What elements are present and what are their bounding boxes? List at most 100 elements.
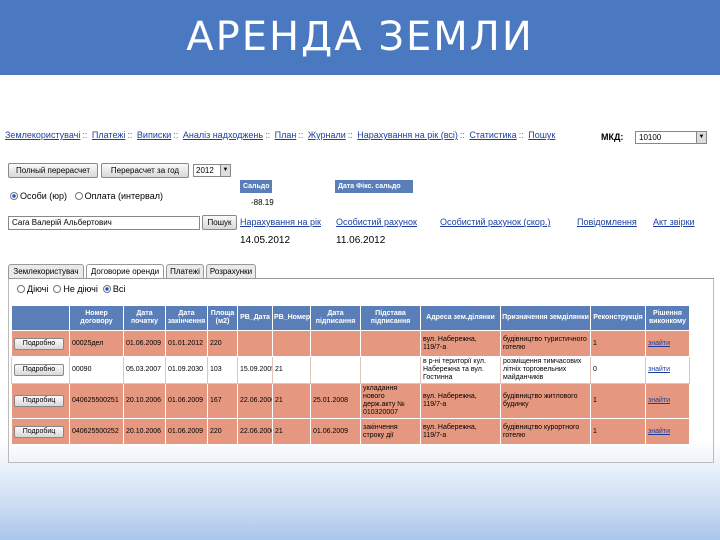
contracts-table: Номер договору Дата початку Дата закінче… [11,305,690,445]
link-personal-account-short[interactable]: Особистий рахунок (скор.) [440,217,550,227]
col-header: Дата початку [123,305,166,331]
nav-sep: :: [459,130,465,140]
nav-search[interactable]: Пошук [528,130,555,140]
find-link[interactable]: знайти [648,366,670,373]
cell-start: 05.03.2007 [123,356,166,384]
cell-sign-date: 25.01.2008 [310,383,361,419]
col-header: Дата підписання [310,305,361,331]
mkd-select[interactable]: 10100 ▼ [635,131,707,144]
nav-plan[interactable]: План [275,130,297,140]
filter-inactive-radio[interactable] [53,285,62,293]
chevron-down-icon: ▼ [220,165,230,176]
find-link[interactable]: знайти [648,428,670,435]
cell-rv-date: 22.06.2006 [237,418,273,445]
app-screenshot: Землекористувачі:: Платежі:: Виписки:: А… [5,130,717,475]
nav-sep: :: [347,130,353,140]
nav-statistics[interactable]: Статистика [469,130,516,140]
cell-recon: 1 [590,383,646,419]
nav-extracts[interactable]: Виписки [137,130,171,140]
cell-purpose: будівництво житлового будинку [500,383,591,419]
cell-purpose: розміщення тимчасових літніх торговельни… [500,356,591,384]
col-header: Номер договору [69,305,124,331]
cell-end: 01.06.2009 [165,418,208,445]
cell-num: 040625500251 [69,383,124,419]
cell-start: 01.06.2009 [123,330,166,357]
recalc-year-button[interactable]: Перерасчет за год [101,163,189,178]
nav-year-charges[interactable]: Нарахування на рік (всі) [357,130,458,140]
cell-address: в р-ні території кул. Набережна та вул. … [420,356,501,384]
row-btn-cell: Подробиц [11,418,70,445]
cell-link: знайти [645,383,690,419]
details-button[interactable]: Подробно [14,337,64,350]
date-1: 14.05.2012 [240,235,291,246]
cell-basis: укладання нового держ.акту № 010320007 [360,383,421,419]
slide-title: АРЕНДА ЗЕМЛИ [186,14,534,60]
cell-link: знайти [645,356,690,384]
col-header: Дата закінчення [165,305,208,331]
table-row: Подробно 00025дел 01.06.2009 01.01.2012 … [11,330,690,357]
cell-end: 01.01.2012 [165,330,208,357]
year-select[interactable]: 2012 ▼ [193,164,231,177]
nav-sep: :: [265,130,271,140]
table-header: Номер договору Дата початку Дата закінче… [11,305,690,331]
cell-num: 00025дел [69,330,124,357]
filter-all-radio[interactable] [102,285,111,293]
tab-land-user[interactable]: Землекористувач [8,264,84,278]
cell-basis [360,330,421,357]
cell-rv-num [272,330,311,357]
details-button[interactable]: Подробиц [14,425,64,438]
cell-rv-date [237,330,273,357]
cell-area: 167 [207,383,238,419]
cell-address: вул. Набережна, 119/7-а [420,330,501,357]
radio-persons[interactable] [10,192,18,200]
table-row: Подробно 00090 05.03.2007 01.09.2030 103… [11,356,690,384]
col-header [11,305,70,331]
filter-active-radio[interactable] [17,285,25,293]
details-button[interactable]: Подробно [14,364,64,376]
saldo-value: -88.19 [251,198,274,207]
cell-sign-date [310,330,361,357]
radio-payment[interactable] [74,192,83,200]
slide: АРЕНДА ЗЕМЛИ Землекористувачі:: Платежі:… [0,0,720,540]
cell-rv-num: 21 [272,383,311,419]
row-btn-cell: Подробно [11,356,70,384]
nav-sep: :: [518,130,524,140]
cell-link: знайти [645,418,690,445]
cell-recon: 0 [590,356,646,384]
cell-start: 20.10.2006 [123,418,166,445]
saldo-header: Сальдо [240,180,272,193]
col-header: Площа (м2) [207,305,238,331]
cell-link: знайти [645,330,690,357]
person-name-field[interactable]: Сага Валерій Альбертович [8,216,200,230]
link-notifications[interactable]: Повідомлення [577,217,637,227]
nav-payments[interactable]: Платежі [92,130,125,140]
tab-lease-contracts[interactable]: Договорие оренди [86,264,164,279]
link-reconciliation-act[interactable]: Акт звірки [653,217,695,227]
cell-rv-date: 22.06.2006 [237,383,273,419]
status-filters: Діючі Не діючі Всі [17,284,125,294]
filter-all-label: Всі [112,284,126,294]
cell-address: вул. Набережна, 119/7-а [420,383,501,419]
tab-payments[interactable]: Платежі [166,264,204,278]
nav-analysis[interactable]: Аналіз надходжень [183,130,263,140]
find-link[interactable]: знайти [648,397,670,404]
col-header: РВ_Номер [272,305,311,331]
cell-rv-num: 21 [272,418,311,445]
filter-active-label: Діючі [27,284,49,294]
find-link[interactable]: знайти [648,340,670,347]
link-year-charges[interactable]: Нарахування на рік [240,217,321,227]
search-button[interactable]: Пошук [202,215,237,230]
details-button[interactable]: Подробиц [14,395,64,407]
date-fix-header: Дата Фікс. сальдо [335,180,413,193]
col-header: РВ_Дата [237,305,273,331]
cell-area: 220 [207,418,238,445]
table-row: Подробиц 040625500252 20.10.2006 01.06.2… [11,418,690,445]
nav-journals[interactable]: Журнали [308,130,346,140]
full-recalc-button[interactable]: Полный перерасчет [8,163,98,178]
nav-sep: :: [173,130,179,140]
filter-inactive-label: Не діючі [63,284,98,294]
cell-purpose: будівництво курортного готелю [500,418,591,445]
tab-calculations[interactable]: Розрахунки [206,264,256,278]
nav-users[interactable]: Землекористувачі [5,130,80,140]
link-personal-account[interactable]: Особистий рахунок [336,217,417,227]
